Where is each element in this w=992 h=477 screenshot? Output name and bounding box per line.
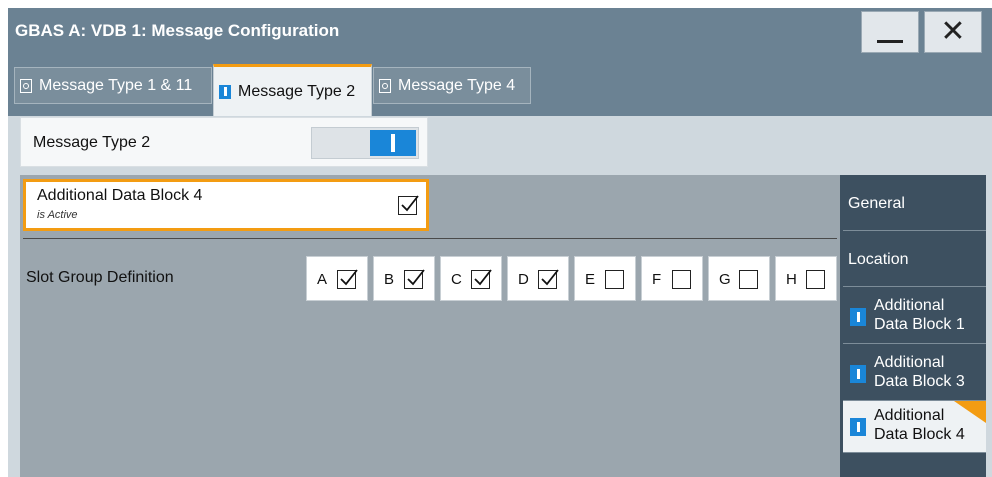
- adb-active-checkbox[interactable]: [398, 195, 419, 215]
- slot-f-checkbox[interactable]: [672, 270, 691, 289]
- checkmark-icon: [474, 269, 492, 286]
- slot-d-checkbox[interactable]: [538, 269, 559, 289]
- adb-title: Additional Data Block 4: [37, 187, 203, 204]
- nav-label-line1: Additional: [874, 354, 945, 371]
- slot-f[interactable]: F: [641, 256, 703, 301]
- slot-g-checkbox[interactable]: [739, 270, 758, 289]
- slot-letter: D: [518, 271, 529, 288]
- nav-item-additional-data-block-1[interactable]: Additional Data Block 1: [843, 287, 986, 344]
- nav-label: General: [848, 195, 905, 212]
- slot-c-checkbox[interactable]: [471, 269, 492, 289]
- nav-label-line1: Additional: [874, 297, 945, 314]
- checkmark-icon: [340, 269, 358, 286]
- nav-label-line2: Data Block 3: [874, 373, 965, 390]
- slot-b[interactable]: B: [373, 256, 435, 301]
- off-indicator-icon: [379, 78, 391, 93]
- slot-a[interactable]: A: [306, 256, 368, 301]
- slot-letter: H: [786, 271, 797, 288]
- nav-item-additional-data-block-3[interactable]: Additional Data Block 3: [843, 344, 986, 401]
- side-navigation: General Location Additional Data Block 1…: [840, 175, 986, 477]
- message-configuration-dialog: GBAS A: VDB 1: Message Configuration ✕ M…: [8, 8, 992, 477]
- slot-letter: A: [317, 271, 328, 288]
- minimize-icon: [877, 39, 903, 43]
- additional-data-block-state[interactable]: Additional Data Block 4 is Active: [23, 179, 429, 231]
- on-indicator-icon: [219, 84, 231, 99]
- off-indicator-icon: [20, 78, 32, 93]
- tab-label: Message Type 2: [238, 82, 356, 100]
- slot-letter: F: [652, 271, 662, 288]
- nav-label-line2: Data Block 1: [874, 316, 965, 333]
- message-type-panel: Message Type 2: [20, 117, 428, 167]
- slot-letter: C: [451, 271, 462, 288]
- slot-a-checkbox[interactable]: [337, 269, 358, 289]
- on-indicator-icon: [850, 308, 866, 326]
- tab-label: Message Type 4: [398, 76, 516, 94]
- minimize-button[interactable]: [861, 11, 919, 53]
- nav-item-location[interactable]: Location: [843, 231, 986, 287]
- slot-g[interactable]: G: [708, 256, 770, 301]
- slot-d[interactable]: D: [507, 256, 569, 301]
- tab-label: Message Type 1 & 11: [39, 76, 193, 94]
- nav-label: Location: [848, 251, 909, 268]
- window-title: GBAS A: VDB 1: Message Configuration: [15, 21, 340, 40]
- slot-e[interactable]: E: [574, 256, 636, 301]
- tab-bar: Message Type 1 & 11 Message Type 2 Messa…: [8, 56, 992, 116]
- nav-label-line1: Additional: [874, 407, 945, 424]
- slot-letter: E: [585, 271, 596, 288]
- slot-b-checkbox[interactable]: [404, 269, 425, 289]
- close-icon: ✕: [940, 14, 966, 49]
- slot-letter: G: [719, 271, 731, 288]
- slot-e-checkbox[interactable]: [605, 270, 624, 289]
- adb-subtitle: is Active: [37, 209, 78, 221]
- slot-c[interactable]: C: [440, 256, 502, 301]
- nav-item-additional-data-block-4[interactable]: Additional Data Block 4: [843, 401, 986, 453]
- message-type-toggle[interactable]: [311, 127, 419, 159]
- message-type-label: Message Type 2: [33, 134, 151, 151]
- on-indicator-icon: [850, 418, 866, 436]
- slot-group-label: Slot Group Definition: [26, 269, 174, 286]
- on-indicator-icon: [850, 365, 866, 383]
- nav-label-line2: Data Block 4: [874, 426, 965, 443]
- slot-h-checkbox[interactable]: [806, 270, 825, 289]
- title-bar: GBAS A: VDB 1: Message Configuration ✕: [8, 8, 992, 56]
- slot-letter: B: [384, 271, 395, 288]
- tab-message-type-4[interactable]: Message Type 4: [373, 67, 531, 104]
- checkmark-icon: [407, 269, 425, 286]
- content-area: Additional Data Block 4 is Active Slot G…: [20, 175, 840, 477]
- nav-item-general[interactable]: General: [843, 175, 986, 231]
- active-corner-marker: [954, 401, 986, 423]
- tab-message-type-1-11[interactable]: Message Type 1 & 11: [14, 67, 212, 104]
- tab-message-type-2[interactable]: Message Type 2: [213, 64, 372, 116]
- divider: [23, 238, 837, 239]
- checkmark-icon: [541, 269, 559, 286]
- checkmark-icon: [401, 195, 419, 212]
- close-button[interactable]: ✕: [924, 11, 982, 53]
- toggle-on-indicator: [370, 130, 416, 156]
- slot-h[interactable]: H: [775, 256, 837, 301]
